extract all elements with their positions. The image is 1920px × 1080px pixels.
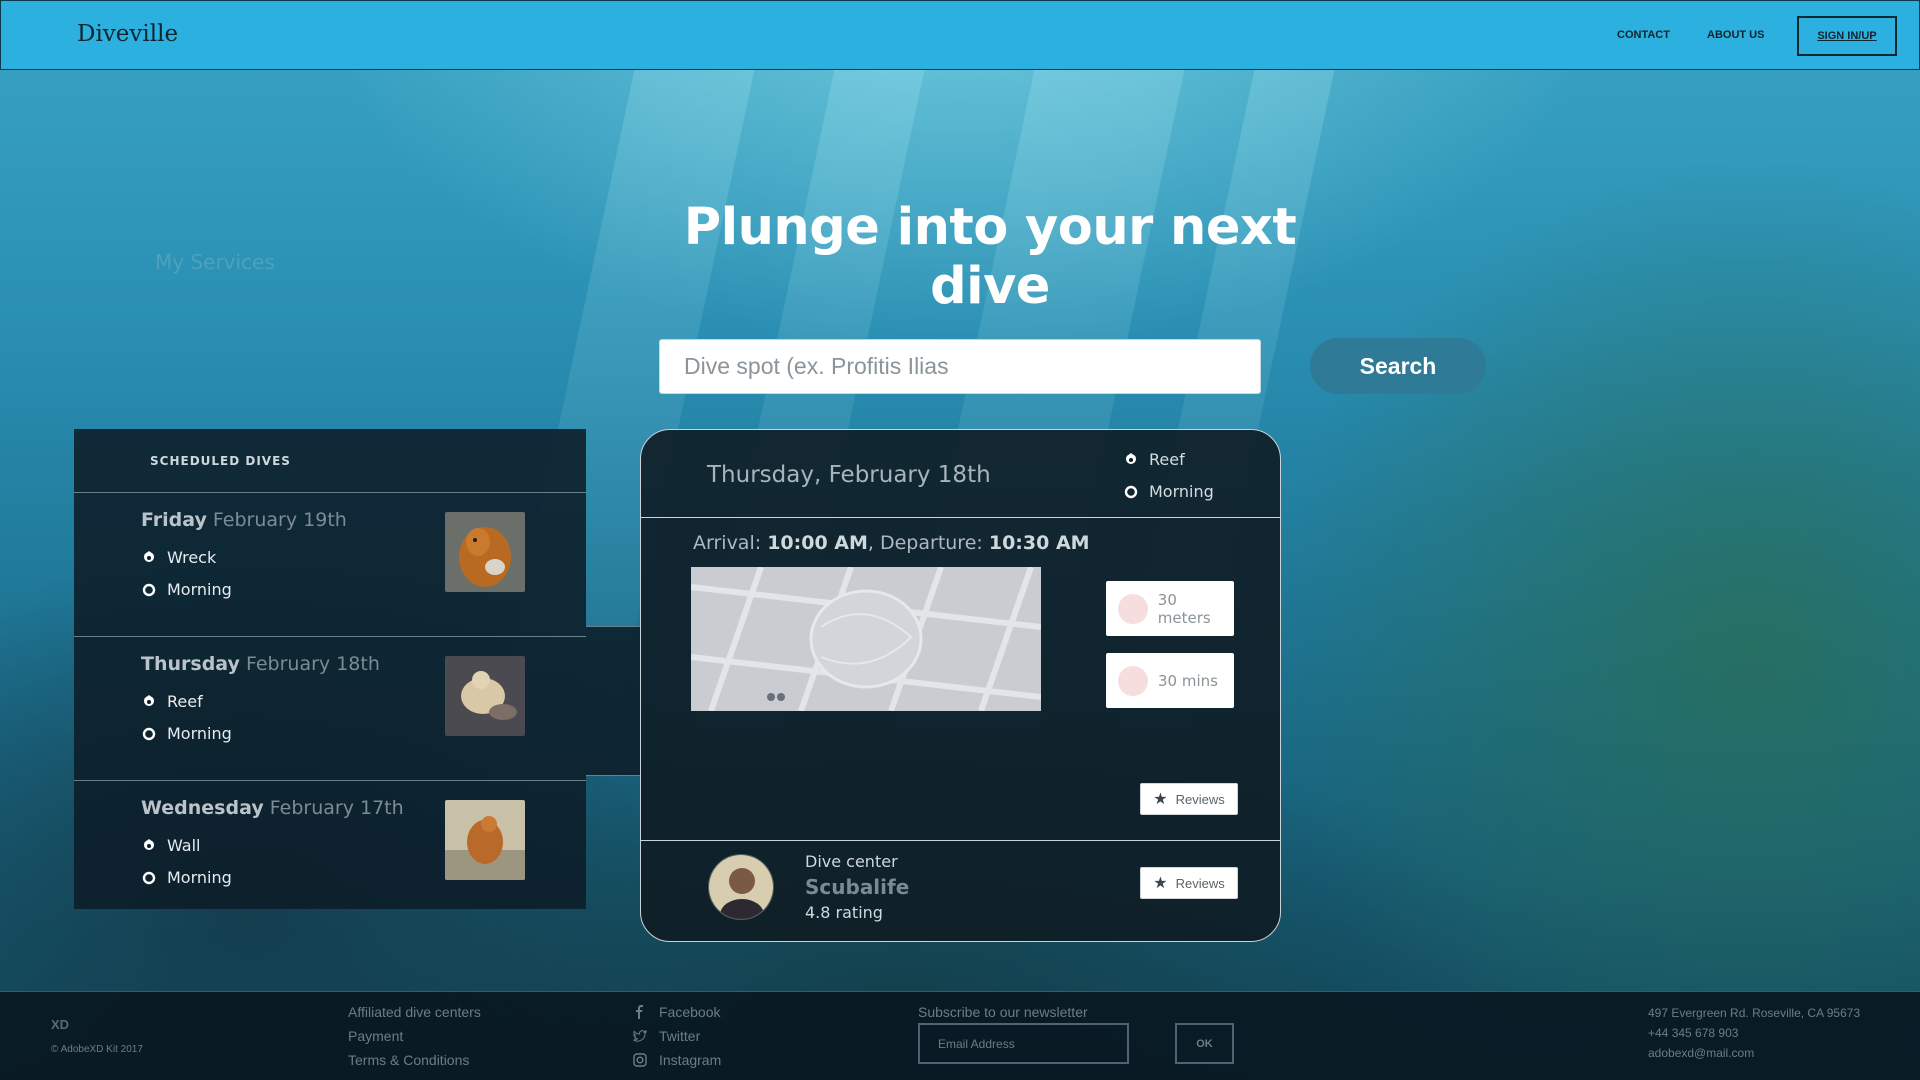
footer-link-terms[interactable]: Terms & Conditions (348, 1052, 469, 1068)
card-type-row: Reef (1123, 450, 1185, 469)
dive-date: Friday February 19th (141, 509, 347, 531)
dive-day: Friday (141, 509, 207, 531)
dive-type-icon (144, 838, 154, 850)
scheduled-dive-item[interactable]: Friday February 19th Wreck Morning (74, 493, 586, 637)
dive-center-label: Dive center (805, 852, 898, 871)
sun-icon (142, 583, 156, 596)
footer-email[interactable]: adobexd@mail.com (1648, 1046, 1754, 1060)
card-type-label: Reef (1149, 450, 1185, 469)
duration-stat: 30 mins (1106, 653, 1234, 708)
departure-time: 10:30 AM (988, 532, 1090, 554)
sun-icon (142, 727, 156, 740)
dive-type-icon (1126, 452, 1136, 464)
twitter-icon (633, 1029, 647, 1042)
arrival-departure-text: Arrival: 10:00 AM, Departure: 10:30 AM (693, 532, 1090, 554)
brand-logo[interactable]: Diveville (77, 21, 178, 47)
dive-type-row: Wall (141, 836, 201, 855)
footer-link-payment[interactable]: Payment (348, 1028, 403, 1044)
dive-thumbnail-dog-photo (445, 512, 525, 592)
newsletter-ok-button[interactable]: OK (1175, 1023, 1234, 1064)
footer-instagram-link[interactable]: Instagram (633, 1052, 721, 1068)
scheduled-dives-title: SCHEDULED DIVES (74, 429, 586, 493)
dive-date-text: February 17th (269, 797, 404, 819)
footer-twitter-link[interactable]: Twitter (633, 1028, 700, 1044)
xd-logo: XD (51, 1017, 70, 1032)
dive-time-row: Morning (141, 724, 232, 743)
dive-type-icon (144, 694, 154, 706)
card-divider (641, 840, 1280, 841)
dive-type-label: Wall (167, 836, 201, 855)
scheduled-dive-item[interactable]: Thursday February 18th Reef Morning (74, 637, 586, 781)
center-reviews-button[interactable]: ★ Reviews (1140, 867, 1238, 899)
card-time-row: Morning (1123, 482, 1214, 501)
sun-icon (142, 871, 156, 884)
dive-date-text: February 19th (212, 509, 347, 531)
nav-about-link[interactable]: ABOUT US (1707, 29, 1764, 41)
dive-date: Thursday February 18th (141, 653, 380, 675)
dive-time-label: Morning (167, 580, 232, 599)
copyright-text: © AdobeXD Kit 2017 (51, 1044, 143, 1055)
dive-detail-card: Thursday, February 18th Reef Morning Arr… (640, 429, 1281, 942)
facebook-label: Facebook (659, 1004, 721, 1020)
footer-link-affiliated[interactable]: Affiliated dive centers (348, 1004, 481, 1020)
facebook-icon (636, 1005, 643, 1019)
footer-facebook-link[interactable]: Facebook (633, 1004, 720, 1020)
search-button[interactable]: Search (1310, 338, 1486, 394)
sign-in-button[interactable]: SIGN IN/UP (1797, 16, 1897, 56)
card-header: Thursday, February 18th Reef Morning (641, 430, 1280, 518)
dive-type-label: Wreck (167, 548, 217, 567)
dive-center-avatar[interactable] (708, 854, 774, 920)
dive-time-row: Morning (141, 580, 232, 599)
sun-icon (1124, 485, 1138, 498)
dive-center-name[interactable]: Scubalife (805, 875, 909, 899)
duration-icon (1118, 665, 1148, 696)
dive-day: Thursday (141, 653, 240, 675)
reviews-label: Reviews (1175, 791, 1225, 807)
dive-thumbnail-dog-photo (445, 656, 525, 736)
dive-date: Wednesday February 17th (141, 797, 404, 819)
instagram-icon (633, 1053, 647, 1067)
dive-time-label: Morning (167, 724, 232, 743)
nav-contact-link[interactable]: CONTACT (1617, 29, 1670, 41)
star-icon: ★ (1153, 791, 1168, 808)
card-time-label: Morning (1149, 482, 1214, 501)
depth-icon (1118, 593, 1148, 624)
arrival-label: Arrival: (693, 532, 762, 554)
twitter-label: Twitter (659, 1028, 701, 1044)
spot-reviews-button[interactable]: ★ Reviews (1140, 783, 1238, 815)
card-date: Thursday, February 18th (707, 462, 991, 488)
top-nav-bar: Diveville CONTACT ABOUT US SIGN IN/UP (0, 0, 1920, 70)
dive-type-icon (144, 550, 154, 562)
newsletter-label: Subscribe to our newsletter (918, 1004, 1088, 1020)
ghost-services-text: My Services (155, 250, 275, 274)
depth-stat: 30 meters (1106, 581, 1234, 636)
footer-phone: +44 345 678 903 (1648, 1026, 1739, 1040)
dive-time-label: Morning (167, 868, 232, 887)
duration-value: 30 mins (1158, 671, 1218, 690)
hero-title: Plunge into your next dive (683, 198, 1297, 316)
instagram-label: Instagram (659, 1052, 722, 1068)
panel-connector (586, 626, 640, 776)
reviews-label: Reviews (1175, 875, 1225, 891)
dive-date-text: February 18th (245, 653, 380, 675)
dive-time-row: Morning (141, 868, 232, 887)
dive-type-row: Wreck (141, 548, 216, 567)
dive-spot-search-input[interactable] (659, 339, 1261, 394)
scheduled-dive-item[interactable]: Wednesday February 17th Wall Morning (74, 781, 586, 915)
site-footer: XD © AdobeXD Kit 2017 Affiliated dive ce… (0, 991, 1920, 1080)
footer-address: 497 Evergreen Rd. Roseville, CA 95673 (1648, 1006, 1861, 1020)
depth-value: 30 meters (1157, 590, 1211, 627)
dive-location-map[interactable] (690, 566, 1042, 712)
dive-type-label: Reef (167, 692, 203, 711)
dive-type-row: Reef (141, 692, 203, 711)
scheduled-dives-panel: SCHEDULED DIVES Friday February 19th Wre… (74, 429, 586, 909)
star-icon: ★ (1153, 875, 1168, 892)
dive-day: Wednesday (141, 797, 264, 819)
arrival-time: 10:00 AM (767, 532, 868, 554)
dive-thumbnail-dog-photo (445, 800, 525, 880)
departure-label: , Departure: (867, 532, 983, 554)
dive-center-rating: 4.8 rating (805, 903, 883, 922)
newsletter-email-input[interactable] (918, 1023, 1129, 1064)
